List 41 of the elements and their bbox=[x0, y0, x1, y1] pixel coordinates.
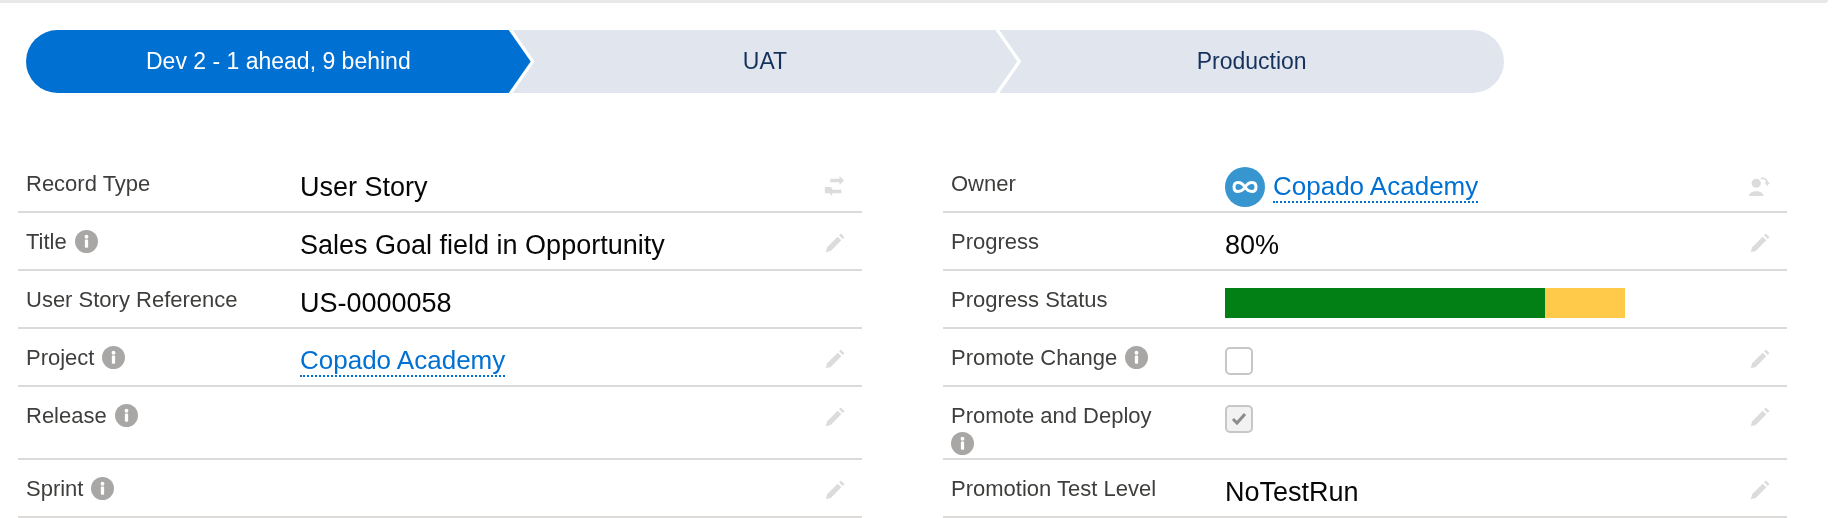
checkbox[interactable] bbox=[1225, 405, 1253, 433]
avatar-icon bbox=[1225, 167, 1265, 207]
pencil-icon[interactable] bbox=[823, 233, 845, 255]
field-label: Progress Status bbox=[951, 287, 1108, 312]
field-label: Release bbox=[26, 403, 107, 428]
field-value: User Story bbox=[300, 171, 428, 203]
info-icon[interactable] bbox=[114, 404, 138, 427]
field-label: Progress bbox=[951, 229, 1040, 254]
field-label: Project bbox=[26, 345, 95, 370]
info-icon[interactable] bbox=[1125, 346, 1149, 369]
info-icon[interactable] bbox=[91, 477, 115, 500]
record-link[interactable]: Copado Academy bbox=[300, 345, 506, 377]
field-label: Title bbox=[26, 229, 67, 254]
field-label: Promote Change bbox=[951, 345, 1118, 370]
field-value: NoTestRun bbox=[1225, 476, 1359, 508]
pencil-icon[interactable] bbox=[823, 349, 845, 371]
owner-link[interactable]: Copado Academy bbox=[1273, 171, 1479, 203]
field-label: Owner bbox=[951, 171, 1016, 196]
field-label: Record Type bbox=[26, 171, 151, 196]
pencil-icon[interactable] bbox=[823, 480, 845, 502]
info-icon[interactable] bbox=[102, 346, 126, 369]
field-label: Sprint bbox=[26, 476, 84, 501]
pencil-icon[interactable] bbox=[1748, 349, 1770, 371]
info-icon[interactable] bbox=[951, 432, 974, 455]
pencil-icon[interactable] bbox=[1748, 480, 1770, 502]
field-value: 80% bbox=[1225, 229, 1280, 261]
field-label: Promotion Test Level bbox=[951, 476, 1157, 501]
field-value: Sales Goal field in Opportunity bbox=[300, 229, 665, 261]
info-icon[interactable] bbox=[74, 230, 98, 253]
pencil-icon[interactable] bbox=[823, 407, 845, 429]
pencil-icon[interactable] bbox=[1748, 407, 1770, 429]
swap-icon[interactable] bbox=[823, 175, 845, 197]
path-stage[interactable]: UAT bbox=[512, 30, 1018, 93]
field-value: US-0000058 bbox=[300, 287, 452, 319]
pencil-icon[interactable] bbox=[1748, 233, 1770, 255]
path-stage[interactable]: Production bbox=[999, 30, 1504, 93]
field-label: Promote and Deploy bbox=[951, 403, 1152, 428]
checkbox[interactable] bbox=[1225, 347, 1253, 375]
field-label: User Story Reference bbox=[26, 287, 238, 312]
person-icon[interactable] bbox=[1748, 175, 1770, 197]
path-stage[interactable]: Dev 2 - 1 ahead, 9 behind bbox=[26, 30, 531, 93]
